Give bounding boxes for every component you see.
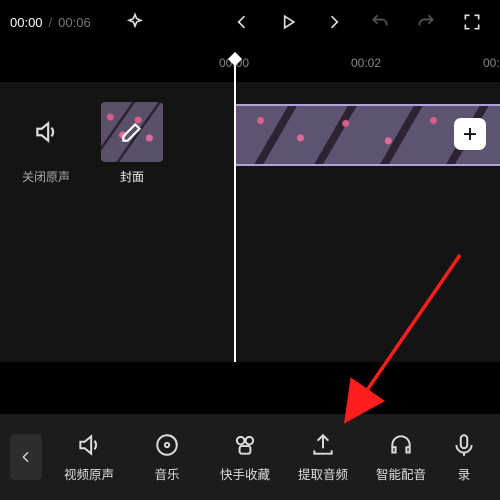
undo-button[interactable] bbox=[362, 4, 398, 40]
tool-label: 视频原声 bbox=[64, 464, 114, 483]
mute-label: 关闭原声 bbox=[22, 168, 70, 185]
playhead[interactable] bbox=[234, 56, 236, 362]
play-button[interactable] bbox=[270, 4, 306, 40]
headset-icon bbox=[388, 432, 414, 458]
tool-label: 快手收藏 bbox=[220, 464, 270, 483]
speaker-icon bbox=[33, 119, 59, 145]
tool-extract-audio[interactable]: 提取音频 bbox=[284, 432, 362, 483]
bottom-toolbar: 视频原声 音乐 快手收藏 提取音频 智能配音 录 bbox=[0, 414, 500, 500]
tool-record[interactable]: 录 bbox=[440, 432, 488, 483]
fullscreen-button[interactable] bbox=[454, 4, 490, 40]
tool-label: 音乐 bbox=[154, 464, 179, 483]
time-total: 00:06 bbox=[58, 15, 91, 30]
tool-favorites[interactable]: 快手收藏 bbox=[206, 432, 284, 483]
prev-frame-button[interactable] bbox=[224, 4, 260, 40]
ruler-tick: 00:02 bbox=[351, 56, 381, 70]
topbar: 00:00 / 00:06 bbox=[0, 0, 500, 44]
time-current: 00:00 bbox=[10, 15, 43, 30]
add-clip-button[interactable] bbox=[454, 118, 486, 150]
cover-label: 封面 bbox=[120, 168, 144, 185]
mic-icon bbox=[451, 432, 477, 458]
tool-video-sound[interactable]: 视频原声 bbox=[50, 432, 128, 483]
tool-music[interactable]: 音乐 bbox=[128, 432, 206, 483]
timeline-stage[interactable]: 关闭原声 封面 bbox=[0, 82, 500, 362]
tool-label: 录 bbox=[458, 464, 471, 483]
tool-smart-dub[interactable]: 智能配音 bbox=[362, 432, 440, 483]
playhead-time: 00:00 / 00:06 bbox=[10, 15, 91, 30]
redo-button[interactable] bbox=[408, 4, 444, 40]
tool-label: 提取音频 bbox=[298, 464, 348, 483]
speaker-icon bbox=[76, 432, 102, 458]
edit-icon bbox=[119, 119, 145, 145]
disc-icon bbox=[154, 432, 180, 458]
collection-icon bbox=[232, 432, 258, 458]
toolbar-back-button[interactable] bbox=[10, 434, 42, 480]
timeline-ruler[interactable]: 00:00 00:02 00:04 bbox=[0, 56, 500, 82]
mute-original-button[interactable]: 关闭原声 bbox=[10, 102, 82, 185]
export-icon bbox=[310, 432, 336, 458]
next-frame-button[interactable] bbox=[316, 4, 352, 40]
ruler-tick: 00:04 bbox=[483, 56, 500, 70]
plus-icon bbox=[461, 125, 479, 143]
chevron-left-icon bbox=[18, 449, 34, 465]
set-cover-button[interactable]: 封面 bbox=[96, 102, 168, 185]
tool-label: 智能配音 bbox=[376, 464, 426, 483]
sparkle-icon[interactable] bbox=[117, 4, 153, 40]
